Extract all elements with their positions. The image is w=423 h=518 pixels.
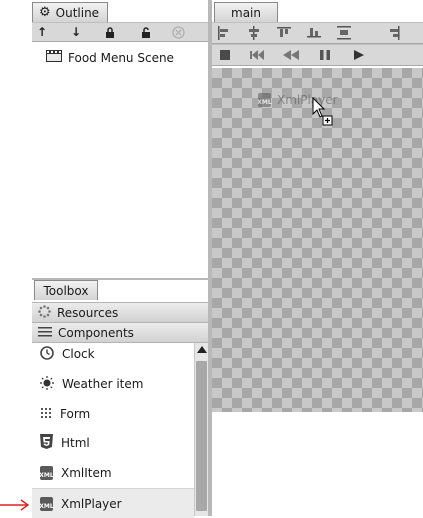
align-top-icon[interactable]: [276, 25, 292, 41]
main-tab-label: main: [231, 5, 261, 20]
distribute-icon[interactable]: [336, 25, 352, 41]
xml-icon: XML: [39, 466, 54, 480]
skip-back-icon[interactable]: [248, 48, 266, 62]
components-icon: [38, 326, 52, 340]
move-up-icon[interactable]: ↑: [34, 24, 50, 40]
align-center-h-icon[interactable]: [246, 25, 262, 41]
gear-icon: ⚙: [39, 5, 51, 20]
tree-item-label: Food Menu Scene: [68, 50, 174, 65]
main-tab[interactable]: main: [214, 2, 278, 22]
scene-canvas[interactable]: XML XmlPlayer: [212, 68, 423, 412]
outline-toolbar: ↑ ↓: [32, 22, 208, 42]
play-icon[interactable]: [352, 48, 366, 62]
weather-icon: [40, 375, 54, 393]
components-label: Components: [58, 325, 134, 340]
align-center-v-icon[interactable]: [306, 25, 322, 41]
toolbox-item-clock[interactable]: Clock: [32, 339, 194, 369]
clock-icon: [40, 345, 54, 363]
toolbox-item-xmlitem[interactable]: XML XmlItem: [32, 458, 194, 488]
align-toolbar: [212, 22, 423, 44]
toolbox-item-label: Weather item: [62, 377, 144, 391]
scrollbar-thumb[interactable]: [196, 361, 207, 511]
align-left-icon[interactable]: [216, 25, 232, 41]
toolbox-item-label: Html: [61, 436, 90, 450]
toolbox-item-xmlplayer[interactable]: XML XmlPlayer: [32, 488, 194, 518]
toolbox-item-label: XmlPlayer: [61, 496, 122, 511]
form-icon: [40, 407, 52, 422]
toolbox-tab-label: Toolbox: [43, 283, 89, 298]
toolbox-item-label: XmlItem: [61, 466, 112, 480]
outline-tab-label: Outline: [55, 5, 100, 20]
xml-icon: XML: [39, 496, 54, 511]
unlock-icon[interactable]: [138, 24, 154, 40]
toolbox-item-label: Form: [60, 407, 91, 421]
stop-icon[interactable]: [218, 48, 232, 62]
pause-icon[interactable]: [318, 48, 332, 62]
outline-tree: Food Menu Scene: [32, 42, 207, 278]
resources-section[interactable]: Resources: [32, 302, 208, 322]
drag-cursor-icon: [312, 96, 334, 130]
scene-icon: [46, 50, 62, 65]
resources-icon: [38, 304, 51, 321]
html5-icon: [40, 434, 53, 452]
annotation-arrow: [0, 498, 30, 512]
align-right-icon[interactable]: [386, 25, 402, 41]
canvas-margin: [212, 412, 423, 516]
lock-icon[interactable]: [102, 24, 118, 40]
delete-icon[interactable]: [170, 24, 186, 40]
xml-icon: XML: [257, 93, 272, 107]
resources-label: Resources: [57, 305, 119, 320]
move-down-icon[interactable]: ↓: [68, 24, 84, 40]
scroll-up-arrow-icon[interactable]: [197, 346, 207, 353]
toolbox-item-weather[interactable]: Weather item: [32, 369, 194, 399]
tree-item-food-menu-scene[interactable]: Food Menu Scene: [46, 50, 174, 65]
outline-tab[interactable]: ⚙ Outline: [32, 2, 108, 22]
toolbox-item-html[interactable]: Html: [32, 428, 194, 458]
toolbox-tab[interactable]: Toolbox: [34, 280, 98, 300]
playback-toolbar: [212, 44, 423, 66]
rewind-icon[interactable]: [282, 48, 300, 62]
toolbox-item-label: Clock: [62, 347, 95, 361]
toolbox-item-form[interactable]: Form: [32, 399, 194, 429]
toolbox-scrollbar[interactable]: [194, 343, 208, 516]
